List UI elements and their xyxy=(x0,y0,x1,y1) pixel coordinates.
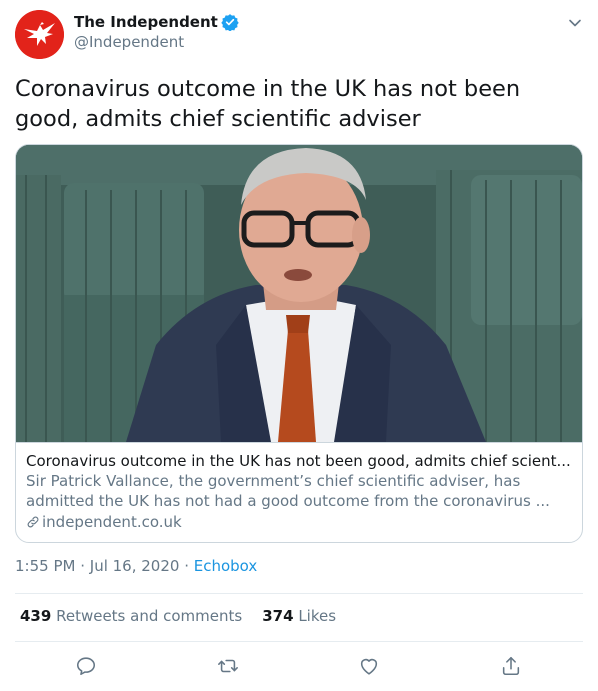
likes-stat[interactable]: 374 Likes xyxy=(262,607,336,625)
tweet: The Independent @Independent Coronavirus… xyxy=(0,0,598,691)
tweet-meta: 1:55 PM · Jul 16, 2020 · Echobox xyxy=(15,557,257,575)
likes-count: 374 xyxy=(262,607,294,625)
verified-badge-icon xyxy=(221,13,239,32)
card-description: Sir Patrick Vallance, the government’s c… xyxy=(26,471,572,511)
share-button[interactable] xyxy=(500,655,524,679)
card-domain-text: independent.co.uk xyxy=(42,513,182,531)
retweets-stat[interactable]: 439 Retweets and comments xyxy=(20,607,242,625)
avatar[interactable] xyxy=(15,10,64,59)
name-row: The Independent xyxy=(74,13,239,32)
action-bar xyxy=(15,655,583,681)
reply-button[interactable] xyxy=(75,655,99,679)
divider xyxy=(15,641,583,642)
card-domain: independent.co.uk xyxy=(26,512,572,532)
card-title: Coronavirus outcome in the UK has not be… xyxy=(26,452,571,470)
like-button[interactable] xyxy=(358,655,382,679)
share-icon xyxy=(502,656,520,676)
tweet-date[interactable]: Jul 16, 2020 xyxy=(90,557,180,575)
card-image xyxy=(16,145,582,442)
independent-eagle-logo xyxy=(15,10,64,59)
chevron-down-icon[interactable] xyxy=(568,15,582,29)
retweets-label: Retweets and comments xyxy=(56,607,243,625)
display-name[interactable]: The Independent xyxy=(74,13,218,31)
retweet-icon xyxy=(218,659,238,673)
likes-label: Likes xyxy=(298,607,337,625)
tweet-text: Coronavirus outcome in the UK has not be… xyxy=(15,76,521,132)
tweet-stats: 439 Retweets and comments 374 Likes xyxy=(20,607,356,625)
divider xyxy=(15,593,583,594)
retweets-count: 439 xyxy=(20,607,52,625)
tweet-source-link[interactable]: Echobox xyxy=(194,557,258,575)
tweet-time[interactable]: 1:55 PM xyxy=(15,557,75,575)
meta-separator: · xyxy=(75,557,90,575)
link-icon xyxy=(27,516,39,528)
card-description-line: Sir Patrick Vallance, the government’s c… xyxy=(26,472,521,490)
card-description-line: admitted the UK has not had a good outco… xyxy=(26,492,550,510)
meta-separator: · xyxy=(179,557,194,575)
card-body: Coronavirus outcome in the UK has not be… xyxy=(16,442,582,542)
retweet-button[interactable] xyxy=(217,655,241,679)
handle[interactable]: @Independent xyxy=(74,33,184,51)
heart-icon xyxy=(360,658,378,675)
comment-icon xyxy=(76,657,96,676)
link-card[interactable]: Coronavirus outcome in the UK has not be… xyxy=(15,144,583,543)
